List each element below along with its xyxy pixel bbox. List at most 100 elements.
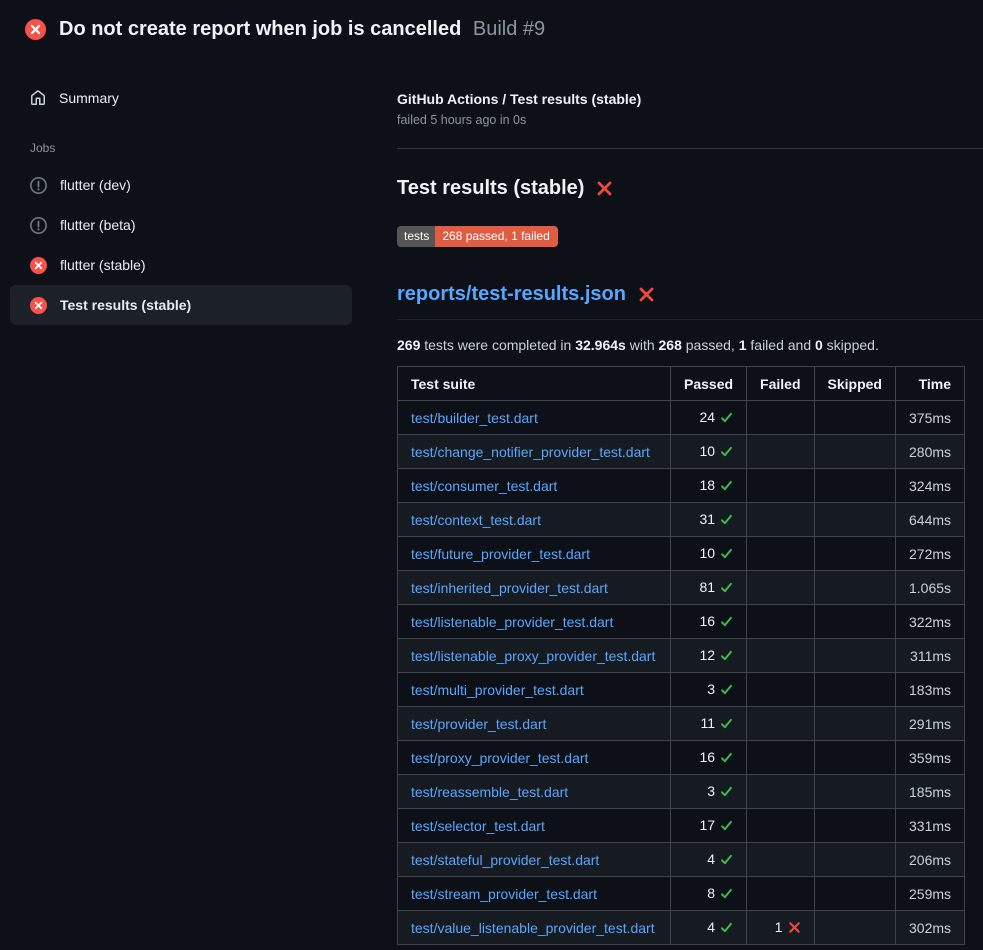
passed-cell: 16 [671, 605, 747, 639]
sidebar-job-item[interactable]: flutter (dev) [10, 165, 352, 205]
failed-cell [747, 503, 814, 537]
sidebar: Summary Jobs flutter (dev) flutter (beta… [0, 61, 397, 945]
x-icon [788, 921, 801, 937]
time-cell: 291ms [895, 707, 964, 741]
skipped-cell [814, 911, 895, 945]
check-icon [720, 411, 733, 427]
x-circle-icon [30, 297, 47, 314]
passed-cell: 4 [671, 843, 747, 877]
table-row: test/consumer_test.dart 18 324ms [398, 469, 965, 503]
table-row: test/listenable_proxy_provider_test.dart… [398, 639, 965, 673]
table-row: test/change_notifier_provider_test.dart … [398, 435, 965, 469]
passed-cell: 4 [671, 911, 747, 945]
check-icon [720, 819, 733, 835]
col-skipped: Skipped [814, 367, 895, 401]
results-table-body: test/builder_test.dart 24 375ms test/cha… [398, 401, 965, 945]
sidebar-item-summary[interactable]: Summary [10, 81, 352, 115]
table-row: test/future_provider_test.dart 10 272ms [398, 537, 965, 571]
suite-link[interactable]: test/inherited_provider_test.dart [411, 580, 608, 596]
suite-link[interactable]: test/builder_test.dart [411, 410, 538, 426]
suite-link[interactable]: test/listenable_provider_test.dart [411, 614, 613, 630]
breadcrumb: GitHub Actions / Test results (stable) [397, 91, 983, 107]
time-cell: 311ms [895, 639, 964, 673]
suite-link[interactable]: test/change_notifier_provider_test.dart [411, 444, 650, 460]
failed-cell [747, 775, 814, 809]
suite-link[interactable]: test/selector_test.dart [411, 818, 545, 834]
check-icon [720, 581, 733, 597]
table-header-row: Test suite Passed Failed Skipped Time [398, 367, 965, 401]
passed-cell: 81 [671, 571, 747, 605]
section-title: Test results (stable) [397, 177, 983, 200]
sidebar-job-item[interactable]: flutter (beta) [10, 205, 352, 245]
job-label: Test results (stable) [60, 297, 191, 313]
neutral-alert-icon [30, 217, 47, 234]
suite-cell: test/listenable_proxy_provider_test.dart [398, 639, 671, 673]
sidebar-job-item[interactable]: flutter (stable) [10, 245, 352, 285]
skipped-cell [814, 673, 895, 707]
skipped-cell [814, 775, 895, 809]
suite-link[interactable]: test/value_listenable_provider_test.dart [411, 920, 655, 936]
suite-link[interactable]: test/consumer_test.dart [411, 478, 557, 494]
job-content: GitHub Actions / Test results (stable) f… [397, 61, 983, 945]
check-icon [720, 513, 733, 529]
skipped-cell [814, 571, 895, 605]
suite-cell: test/stream_provider_test.dart [398, 877, 671, 911]
failed-cell [747, 877, 814, 911]
check-icon [720, 683, 733, 699]
table-row: test/stream_provider_test.dart 8 259ms [398, 877, 965, 911]
passed-cell: 10 [671, 435, 747, 469]
failed-cell [747, 707, 814, 741]
passed-cell: 16 [671, 741, 747, 775]
table-row: test/provider_test.dart 11 291ms [398, 707, 965, 741]
table-row: test/value_listenable_provider_test.dart… [398, 911, 965, 945]
suite-cell: test/selector_test.dart [398, 809, 671, 843]
table-row: test/proxy_provider_test.dart 16 359ms [398, 741, 965, 775]
sidebar-job-item[interactable]: Test results (stable) [10, 285, 352, 325]
skipped-cell [814, 639, 895, 673]
suite-link[interactable]: test/stream_provider_test.dart [411, 886, 597, 902]
suite-cell: test/context_test.dart [398, 503, 671, 537]
suite-cell: test/change_notifier_provider_test.dart [398, 435, 671, 469]
failed-cell [747, 639, 814, 673]
passed-cell: 3 [671, 775, 747, 809]
check-icon [720, 649, 733, 665]
table-row: test/listenable_provider_test.dart 16 32… [398, 605, 965, 639]
report-file-link[interactable]: reports/test-results.json [397, 283, 626, 306]
skipped-cell [814, 401, 895, 435]
suite-link[interactable]: test/stateful_provider_test.dart [411, 852, 599, 868]
passed-cell: 3 [671, 673, 747, 707]
time-cell: 324ms [895, 469, 964, 503]
title-line: Do not create report when job is cancell… [59, 17, 545, 41]
neutral-alert-icon [30, 177, 47, 194]
suite-cell: test/provider_test.dart [398, 707, 671, 741]
failed-cell [747, 435, 814, 469]
check-icon [720, 717, 733, 733]
time-cell: 644ms [895, 503, 964, 537]
divider [397, 148, 983, 149]
table-row: test/multi_provider_test.dart 3 183ms [398, 673, 965, 707]
failed-cell [747, 469, 814, 503]
job-label: flutter (stable) [60, 257, 146, 273]
suite-link[interactable]: test/future_provider_test.dart [411, 546, 590, 562]
suite-link[interactable]: test/listenable_proxy_provider_test.dart [411, 648, 655, 664]
check-icon [720, 751, 733, 767]
time-cell: 206ms [895, 843, 964, 877]
suite-cell: test/listenable_provider_test.dart [398, 605, 671, 639]
suite-link[interactable]: test/reassemble_test.dart [411, 784, 568, 800]
col-test-suite: Test suite [398, 367, 671, 401]
passed-cell: 12 [671, 639, 747, 673]
time-cell: 259ms [895, 877, 964, 911]
check-icon [720, 479, 733, 495]
table-row: test/inherited_provider_test.dart 81 1.0… [398, 571, 965, 605]
summary-label: Summary [59, 90, 119, 106]
skipped-cell [814, 605, 895, 639]
check-icon [720, 853, 733, 869]
passed-cell: 11 [671, 707, 747, 741]
failed-cell [747, 571, 814, 605]
suite-link[interactable]: test/provider_test.dart [411, 716, 546, 732]
time-cell: 185ms [895, 775, 964, 809]
suite-link[interactable]: test/proxy_provider_test.dart [411, 750, 588, 766]
suite-link[interactable]: test/multi_provider_test.dart [411, 682, 584, 698]
suite-link[interactable]: test/context_test.dart [411, 512, 541, 528]
suite-cell: test/stateful_provider_test.dart [398, 843, 671, 877]
